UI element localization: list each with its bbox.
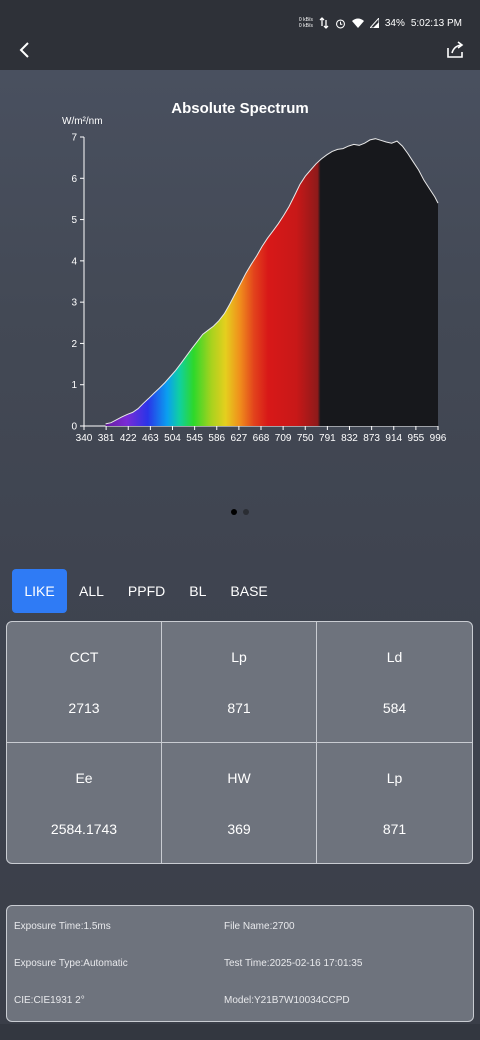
y-tick-label: 7 <box>71 133 77 144</box>
x-tick-label: 545 <box>186 433 203 444</box>
metric-value: 871 <box>382 821 407 837</box>
page-dot-1[interactable] <box>231 509 237 515</box>
tab-base[interactable]: BASE <box>218 569 279 613</box>
exposure-time: Exposure Time:1.5ms <box>14 921 111 932</box>
x-tick-label: 627 <box>231 433 248 444</box>
alarm-icon <box>335 18 345 28</box>
top-bar <box>0 30 480 70</box>
x-tick-label: 873 <box>363 433 380 444</box>
x-tick-label: 791 <box>319 433 336 444</box>
page-dot-2[interactable] <box>243 509 249 515</box>
data-transfer-icon <box>319 17 329 29</box>
metric-cct: CCT 2713 <box>7 622 162 743</box>
metric-label: Ld <box>386 649 403 665</box>
x-tick-label: 422 <box>120 433 137 444</box>
measurement-info-panel: Exposure Time:1.5ms File Name:2700 Expos… <box>6 905 474 1022</box>
spectrum-chart: Absolute Spectrum W/m²/nm 0 1 2 3 4 5 6 7 340 381… <box>0 70 480 470</box>
share-icon <box>447 41 464 58</box>
y-tick-label: 6 <box>71 174 77 185</box>
x-tick-label: 996 <box>430 433 447 444</box>
chevron-left-icon <box>19 42 29 58</box>
tab-bar: LIKE ALL PPFD BL BASE <box>12 569 280 613</box>
test-time: Test Time:2025-02-16 17:01:35 <box>224 958 363 969</box>
x-tick-label: 504 <box>164 433 181 444</box>
cie-standard: CIE:CIE1931 2° <box>14 995 85 1006</box>
x-tick-label: 914 <box>385 433 402 444</box>
tab-ppfd[interactable]: PPFD <box>116 569 177 613</box>
y-tick-label: 1 <box>71 380 77 391</box>
y-tick-label: 3 <box>71 298 77 309</box>
y-axis-label: W/m²/nm <box>62 116 103 127</box>
x-tick-label: 463 <box>142 433 159 444</box>
clock: 5:02:13 PM <box>410 17 462 29</box>
file-name: File Name:2700 <box>224 921 295 932</box>
tab-like[interactable]: LIKE <box>12 569 67 613</box>
tab-all[interactable]: ALL <box>67 569 116 613</box>
metric-value: 584 <box>382 699 407 716</box>
y-tick-label: 2 <box>71 339 77 350</box>
metric-label: Ee <box>75 769 93 786</box>
metric-ee: Ee 2584.1743 <box>7 742 162 863</box>
back-button[interactable] <box>12 38 36 62</box>
metric-value: 2713 <box>68 699 100 716</box>
share-button[interactable] <box>444 38 468 62</box>
x-tick-label: 955 <box>408 433 425 444</box>
spectrum-area <box>105 138 438 426</box>
metric-value: 2584.1743 <box>50 821 118 837</box>
metric-label: Lp <box>231 649 247 665</box>
page-indicator <box>0 509 480 515</box>
spectrum-chart-svg: Absolute Spectrum W/m²/nm 0 1 2 3 4 5 6 7 340 381… <box>62 100 447 444</box>
x-tick-label: 750 <box>297 433 314 444</box>
exposure-type: Exposure Type:Automatic <box>14 958 128 969</box>
chart-title: Absolute Spectrum <box>171 100 309 117</box>
x-tick-label: 340 <box>76 433 93 444</box>
x-tick-label: 832 <box>341 433 358 444</box>
metric-lp: Lp 871 <box>162 622 317 743</box>
x-tick-label: 709 <box>275 433 292 444</box>
y-tick-label: 4 <box>71 256 77 267</box>
metric-value: 871 <box>227 699 251 716</box>
metrics-grid: CCT 2713 Lp 871 Ld 584 Ee 2584.1743 HW 369 Lp… <box>6 621 473 864</box>
metric-value: 369 <box>227 821 251 837</box>
device-model: Model:Y21B7W10034CCPD <box>224 995 350 1006</box>
tab-bl[interactable]: BL <box>177 569 218 613</box>
battery-level: 34% <box>384 17 405 29</box>
metric-lp-2: Lp 871 <box>317 743 472 864</box>
x-tick-label: 668 <box>253 433 270 444</box>
net-down-speed: 0 kB/s <box>298 23 313 29</box>
y-tick-label: 5 <box>71 215 77 226</box>
metric-hw: HW 369 <box>162 742 317 863</box>
bottom-bar <box>0 1024 480 1040</box>
metric-ld: Ld 584 <box>317 622 472 743</box>
metric-label: Lp <box>386 769 403 786</box>
wifi-icon <box>351 18 364 28</box>
y-tick-label: 0 <box>71 422 77 433</box>
metric-label: CCT <box>69 649 99 665</box>
signal-icon <box>369 18 379 28</box>
x-tick-label: 381 <box>98 433 115 444</box>
network-speed: 0 kB/s 0 kB/s <box>299 17 313 29</box>
x-tick-label: 586 <box>208 433 225 444</box>
metric-label: HW <box>227 769 251 786</box>
